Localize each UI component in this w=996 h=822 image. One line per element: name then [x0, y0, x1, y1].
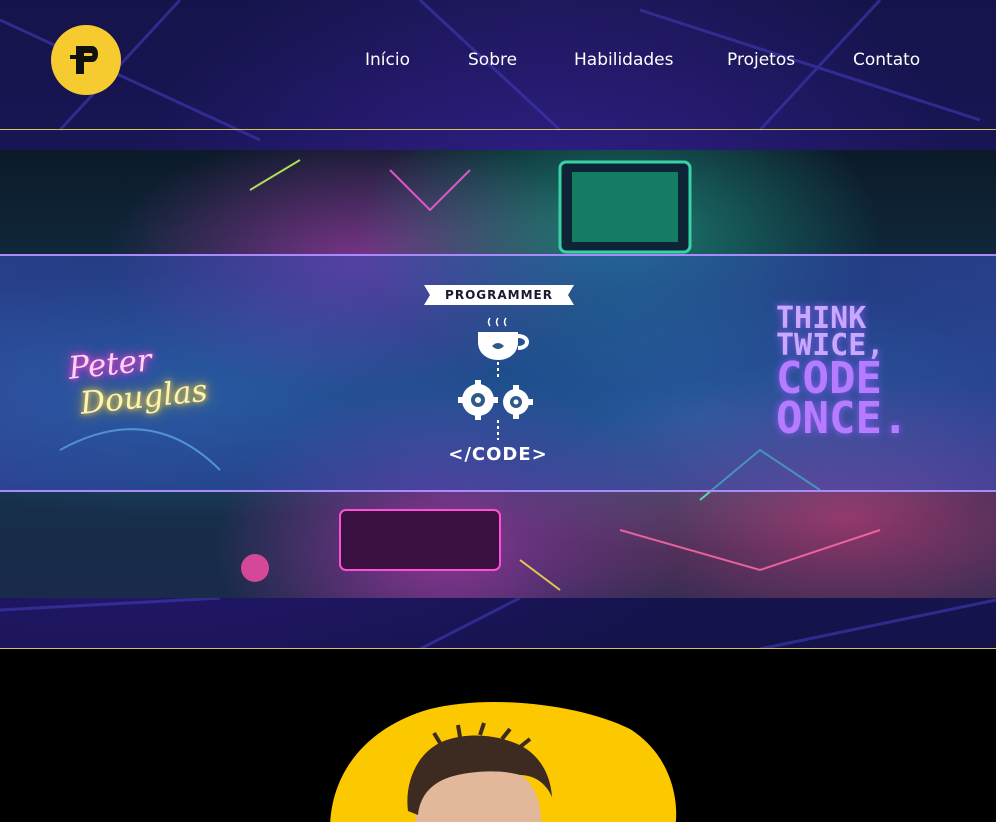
slogan-line-4: ONCE. — [776, 393, 909, 444]
nav-link-habilidades[interactable]: Habilidades — [574, 50, 673, 70]
slogan-sign: THINK TWICE, CODE ONCE. — [776, 304, 976, 444]
coffee-gears-icon — [458, 317, 533, 440]
site-header: Início Sobre Habilidades Projetos Contat… — [0, 0, 996, 130]
hero-banner-image: Peter Douglas PROGRAMMER </CODE> THINK T… — [0, 150, 996, 598]
hero-section: Início Sobre Habilidades Projetos Contat… — [0, 0, 996, 649]
profile-photo — [330, 701, 677, 822]
nav-link-inicio[interactable]: Início — [365, 50, 410, 70]
nav-link-contato[interactable]: Contato — [853, 50, 920, 70]
code-tag-label: </CODE> — [448, 444, 548, 465]
logo[interactable] — [51, 25, 121, 95]
nav-link-projetos[interactable]: Projetos — [727, 50, 795, 70]
logo-p-icon — [70, 46, 98, 74]
nav-link-sobre[interactable]: Sobre — [468, 50, 517, 70]
programmer-badge: PROGRAMMER — [424, 285, 574, 305]
about-section — [0, 649, 996, 822]
